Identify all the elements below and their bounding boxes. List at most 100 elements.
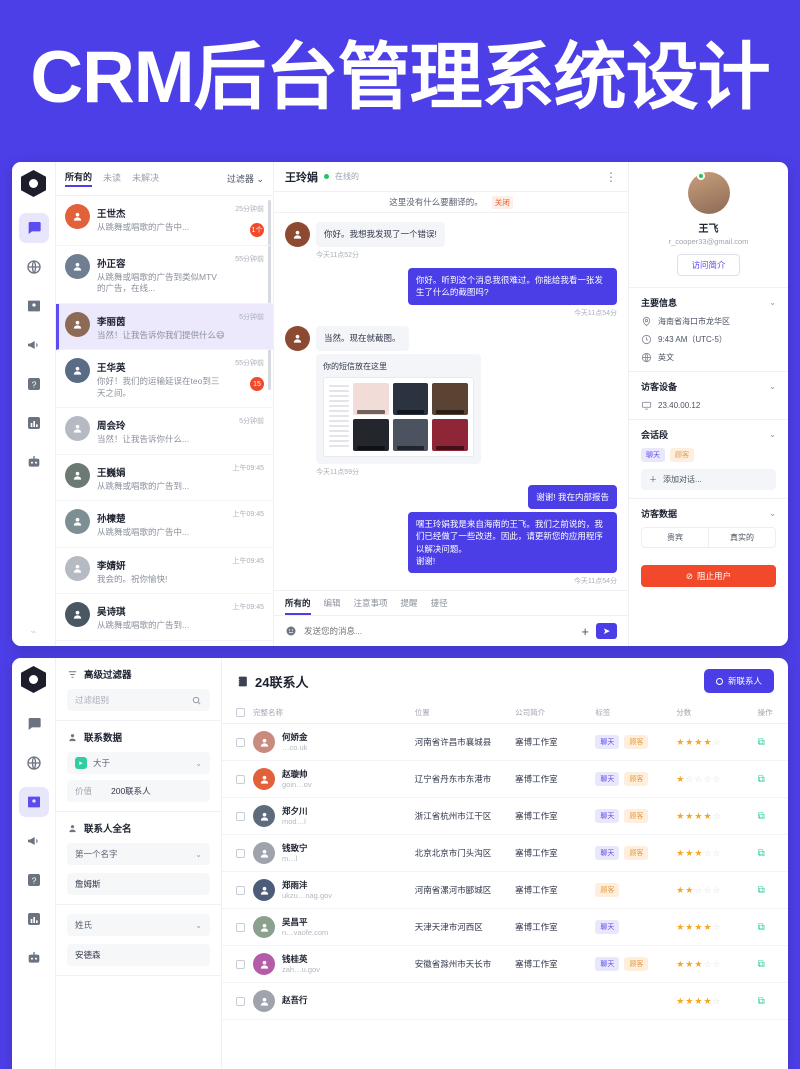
chevron-down-icon[interactable]: ⌄ <box>769 430 776 439</box>
cell-actions[interactable]: ⧉ <box>753 908 788 946</box>
add-conversation-button[interactable]: ＋ 添加对话... <box>641 469 776 490</box>
column-header-company[interactable]: 公司简介 <box>511 702 592 724</box>
segment-vip[interactable]: 贵宾 <box>642 528 709 547</box>
sidebar-item-contacts[interactable] <box>18 787 49 817</box>
cell-actions[interactable]: ⧉ <box>753 982 788 1020</box>
row-checkbox[interactable] <box>236 848 245 858</box>
session-tag-chat[interactable]: 聊天 <box>641 448 665 462</box>
sidebar-item-globe[interactable] <box>19 748 49 778</box>
open-external-icon[interactable]: ⧉ <box>758 848 765 859</box>
send-message-button[interactable]: ➤ <box>596 623 617 639</box>
sidebar-item-reports[interactable] <box>19 408 49 438</box>
session-tag-customer[interactable]: 顾客 <box>670 448 694 462</box>
row-checkbox[interactable] <box>236 922 245 932</box>
open-external-icon[interactable]: ⧉ <box>758 774 765 785</box>
table-row[interactable]: 何娇金 …co.uk 河南省许昌市襄城县 塞博工作室 聊天 顾客 ★★★★☆ ⧉ <box>222 723 788 761</box>
sidebar-item-globe[interactable] <box>19 252 49 282</box>
cell-actions[interactable]: ⧉ <box>753 723 788 761</box>
attach-plus-icon[interactable]: + <box>581 624 589 639</box>
conversation-item[interactable]: 王巍娟 从跳舞或唱歌的广告到... 上午09:45 <box>56 455 273 502</box>
composer-tab[interactable]: 所有的 <box>285 597 311 615</box>
conversation-item[interactable]: 王世杰 从跳舞或唱歌的广告中... 25分钟前 1个 <box>56 196 273 246</box>
conversation-filter-dropdown[interactable]: 过滤器 ⌄ <box>227 172 264 185</box>
first-name-input[interactable]: 詹姆斯 <box>67 873 210 895</box>
table-row[interactable]: 钱桂英 zah…u.gov 安徽省滁州市天长市 塞博工作室 聊天 顾客 ★★★☆☆ ⧉ <box>222 945 788 983</box>
open-external-icon[interactable]: ⧉ <box>758 885 765 896</box>
open-external-icon[interactable]: ⧉ <box>758 959 765 970</box>
tab-unresolved[interactable]: 未解决 <box>132 171 159 186</box>
row-select-cell[interactable] <box>222 908 249 946</box>
row-checkbox[interactable] <box>236 811 245 821</box>
last-name-select[interactable]: 姓氏 ⌄ <box>67 914 210 936</box>
row-select-cell[interactable] <box>222 760 249 798</box>
composer-tab[interactable]: 捷径 <box>431 597 448 615</box>
cell-actions[interactable]: ⧉ <box>753 834 788 872</box>
operator-select[interactable]: ▸ 大于 ⌄ <box>67 752 210 774</box>
chevron-down-icon[interactable]: ⌄ <box>769 509 776 518</box>
conversation-item[interactable]: 王华英 你好！我们的运输延误在teo到三天之间。 55分钟前 15 <box>56 350 273 409</box>
row-select-cell[interactable] <box>222 982 249 1020</box>
open-external-icon[interactable]: ⧉ <box>758 996 765 1007</box>
conversation-item[interactable]: 吴诗琪 从跳舞或唱歌的广告到... 上午09:45 <box>56 594 273 641</box>
row-checkbox[interactable] <box>236 959 245 969</box>
sidebar-item-chat[interactable] <box>19 709 49 739</box>
sidebar-item-reports[interactable] <box>19 904 49 934</box>
open-external-icon[interactable]: ⧉ <box>758 737 765 748</box>
block-user-button[interactable]: ⊘ 阻止用户 <box>641 565 776 587</box>
conversation-item[interactable]: 孙楝楚 从跳舞或唱歌的广告中... 上午09:45 <box>56 501 273 548</box>
table-row[interactable]: 赵璇帅 goin…ov 辽宁省丹东市东港市 塞博工作室 聊天 顾客 ★☆☆☆☆ ⧉ <box>222 760 788 798</box>
cell-actions[interactable]: ⧉ <box>753 760 788 798</box>
table-row[interactable]: 郑雨沣 ukzu…nag.gov 河南省漯河市郾城区 塞博工作室 顾客 ★★☆☆☆ ⧉ <box>222 871 788 909</box>
table-row[interactable]: 赵吾行 ★★★★☆ ⧉ <box>222 982 788 1020</box>
chat-more-menu-icon[interactable]: ⋮ <box>605 171 617 183</box>
composer-tab[interactable]: 提醒 <box>401 597 418 615</box>
select-all-checkbox[interactable] <box>236 708 245 717</box>
emoji-icon[interactable] <box>285 625 297 637</box>
sidebar-item-bot[interactable] <box>19 447 49 477</box>
select-all-header[interactable] <box>222 702 249 724</box>
column-header-actions[interactable]: 操作 <box>753 702 788 724</box>
chevron-down-icon[interactable]: ⌄ <box>769 382 776 391</box>
cell-actions[interactable]: ⧉ <box>753 797 788 835</box>
tab-all[interactable]: 所有的 <box>65 170 93 187</box>
row-checkbox[interactable] <box>236 737 245 747</box>
row-checkbox[interactable] <box>236 996 245 1006</box>
composer-tab[interactable]: 注意事项 <box>354 597 388 615</box>
table-row[interactable]: 郑夕川 mod…l 浙江省杭州市江干区 塞博工作室 聊天 顾客 ★★★★☆ ⧉ <box>222 797 788 835</box>
open-external-icon[interactable]: ⧉ <box>758 922 765 933</box>
conversation-item[interactable]: 孙正容 从跳舞或唱歌的广告到类似MTV的广告，在线... 55分钟前 <box>56 246 273 304</box>
conversation-item[interactable]: 李丽茵 当然！让我告诉你我们提供什么😄 5分钟前 <box>56 303 273 351</box>
table-row[interactable]: 钱致宁 m…l 北京北京市门头沟区 塞博工作室 聊天 顾客 ★★★☆☆ ⧉ <box>222 834 788 872</box>
sidebar-item-chat[interactable] <box>18 213 49 243</box>
row-select-cell[interactable] <box>222 871 249 909</box>
sidebar-item-help[interactable]: ? <box>19 865 49 895</box>
table-row[interactable]: 吴昌平 n…vaofe.com 天津天津市河西区 塞博工作室 聊天 ★★★★☆ ⧉ <box>222 908 788 946</box>
composer-tab[interactable]: 编辑 <box>324 597 341 615</box>
row-checkbox[interactable] <box>236 885 245 895</box>
column-header-score[interactable]: 分数 <box>672 702 754 724</box>
row-select-cell[interactable] <box>222 834 249 872</box>
screenshot-attachment[interactable]: 你的短信放在这里 <box>316 353 481 464</box>
row-checkbox[interactable] <box>236 774 245 784</box>
cell-actions[interactable]: ⧉ <box>753 871 788 909</box>
sidebar-item-help[interactable]: ? <box>19 369 49 399</box>
column-header-location[interactable]: 位置 <box>410 702 512 724</box>
segment-real[interactable]: 真实的 <box>709 528 775 547</box>
last-name-input[interactable]: 安德森 <box>67 944 210 966</box>
tab-unread[interactable]: 未读 <box>103 171 121 186</box>
new-contact-button[interactable]: 新联系人 <box>703 669 774 693</box>
value-field[interactable]: 价值 200联系人 <box>67 780 210 802</box>
sidebar-item-campaign[interactable] <box>19 826 49 856</box>
open-external-icon[interactable]: ⧉ <box>758 811 765 822</box>
translation-notice-close-button[interactable]: 关闭 <box>491 195 513 209</box>
message-input[interactable] <box>304 626 575 636</box>
first-name-select[interactable]: 第一个名字 ⌄ <box>67 843 210 865</box>
view-profile-button[interactable]: 访问简介 <box>677 254 740 276</box>
conversation-list[interactable]: 王世杰 从跳舞或唱歌的广告中... 25分钟前 1个 孙正容 从跳舞或唱歌的广告到类似MT… <box>56 196 273 646</box>
filter-group-search[interactable]: 过滤组别 <box>67 689 210 711</box>
row-select-cell[interactable] <box>222 945 249 983</box>
conversation-item[interactable]: 周会玲 当然！让我告诉你什么... 5分钟前 <box>56 408 273 455</box>
sidebar-item-bot[interactable] <box>19 943 49 973</box>
cell-actions[interactable]: ⧉ <box>753 945 788 983</box>
column-header-tags[interactable]: 标签 <box>591 702 673 724</box>
